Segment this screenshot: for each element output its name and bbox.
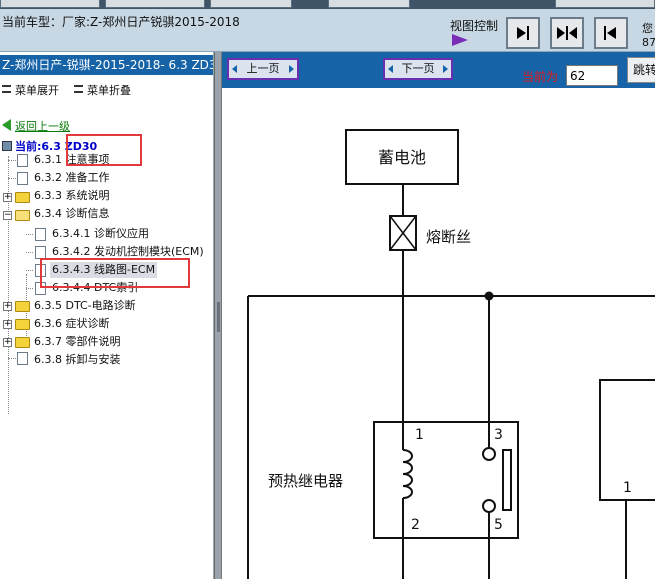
relay-label: 预热继电器 <box>268 472 343 490</box>
top-toolbar: 当前车型：厂家:Z-郑州日产锐骐2015-2018 视图控制 您 87 <box>0 0 655 52</box>
folder-icon <box>15 192 30 203</box>
tree-item-6-3-4[interactable]: 6.3.4 诊断信息 <box>34 206 110 222</box>
highlight-box-current <box>66 134 142 166</box>
view-fit-right-button[interactable] <box>506 17 540 49</box>
monitor-icon <box>2 141 12 151</box>
expand-toggle-icon[interactable]: + <box>3 302 12 311</box>
pin-2-label: 2 <box>411 517 420 533</box>
arrow-left-bar-icon <box>604 26 616 40</box>
top-tab[interactable] <box>0 0 100 8</box>
expand-toggle-icon[interactable]: + <box>3 320 12 329</box>
switch-blade <box>502 449 512 511</box>
back-link[interactable]: 返回上一级 <box>2 118 70 134</box>
document-icon <box>35 228 46 241</box>
jump-button[interactable]: 跳转 <box>627 57 655 83</box>
current-car-model: 当前车型：厂家:Z-郑州日产锐骐2015-2018 <box>2 15 240 29</box>
user-info: 您 87 <box>642 22 655 49</box>
contact-bottom <box>482 499 496 513</box>
triangle-right-icon[interactable] <box>452 34 468 46</box>
tree-line <box>8 178 16 179</box>
pin-3-label: 3 <box>494 427 503 443</box>
tree-item-6-3-8[interactable]: 6.3.8 拆卸与安装 <box>34 352 121 368</box>
wiring-diagram: 蓄电池 熔断丝 预热继电器 1 2 3 5 1 <box>247 129 655 579</box>
back-arrow-icon <box>2 119 11 131</box>
prev-page-button[interactable]: 上一页 <box>227 58 299 80</box>
tree-line <box>26 288 33 289</box>
tree-line <box>8 160 16 161</box>
tree-line <box>26 252 33 253</box>
collapse-toggle-icon[interactable]: − <box>3 211 12 220</box>
battery-label: 蓄电池 <box>378 148 426 167</box>
view-fit-left-button[interactable] <box>594 17 628 49</box>
pin-5-label: 5 <box>494 517 503 533</box>
tree-item-6-3-2[interactable]: 6.3.2 准备工作 <box>34 170 110 186</box>
menu-icon <box>74 85 83 93</box>
folder-open-icon <box>15 210 30 221</box>
tree-item-6-3-5[interactable]: 6.3.5 DTC-电路诊断 <box>34 298 136 314</box>
document-icon <box>17 352 28 365</box>
expand-menu-button[interactable]: 菜单展开 <box>2 82 59 98</box>
top-tab[interactable] <box>210 0 292 8</box>
arrow-left-icon <box>232 65 237 73</box>
arrows-in-icon <box>557 26 577 40</box>
tree-item-6-3-7[interactable]: 6.3.7 零部件说明 <box>34 334 121 350</box>
fuse-label: 熔断丝 <box>426 228 471 246</box>
tree-line <box>8 358 16 359</box>
top-tab[interactable] <box>328 0 410 8</box>
next-page-button[interactable]: 下一页 <box>383 58 453 80</box>
contact-top <box>482 447 496 461</box>
arrow-right-icon <box>443 65 448 73</box>
pin-1-label: 1 <box>415 427 424 443</box>
top-tab-strip <box>0 0 655 9</box>
view-control-label: 视图控制 <box>450 19 499 33</box>
current-page-label: 当前为 <box>522 70 559 84</box>
panel-splitter[interactable] <box>214 52 222 579</box>
expand-toggle-icon[interactable]: + <box>3 338 12 347</box>
view-fit-center-button[interactable] <box>550 17 584 49</box>
diagram-panel: 上一页 下一页 当前为 跳转 蓄电池 熔断丝 预热继电器 <box>222 52 655 579</box>
right-pin-label: 1 <box>623 480 632 496</box>
collapse-menu-button[interactable]: 菜单折叠 <box>74 82 131 98</box>
top-tab[interactable] <box>105 0 205 8</box>
highlight-box-selected <box>40 258 190 288</box>
folder-icon <box>15 319 30 330</box>
top-tab[interactable] <box>555 0 655 8</box>
arrow-right-icon <box>289 65 294 73</box>
relay-coil <box>402 449 413 499</box>
tree-item-6-3-4-1[interactable]: 6.3.4.1 诊断仪应用 <box>52 226 149 242</box>
breadcrumb: Z-郑州日产-锐骐-2015-2018- 6.3 ZD30 <box>0 55 213 75</box>
page-navigation-bar: 上一页 下一页 当前为 跳转 <box>222 52 655 88</box>
arrow-left-icon <box>388 65 393 73</box>
arrow-right-bar-icon <box>517 26 529 40</box>
tree-item-6-3-6[interactable]: 6.3.6 症状诊断 <box>34 316 110 332</box>
folder-icon <box>15 301 30 312</box>
page-number-input[interactable] <box>566 65 618 86</box>
left-tree-panel: Z-郑州日产-锐骐-2015-2018- 6.3 ZD30 菜单展开 菜单折叠 … <box>0 52 214 579</box>
folder-icon <box>15 337 30 348</box>
tree-item-6-3-3[interactable]: 6.3.3 系统说明 <box>34 188 110 204</box>
document-icon <box>17 172 28 185</box>
tree-line <box>26 234 33 235</box>
menu-icon <box>2 85 11 93</box>
document-icon <box>17 154 28 167</box>
expand-toggle-icon[interactable]: + <box>3 193 12 202</box>
tree-line <box>26 270 33 271</box>
